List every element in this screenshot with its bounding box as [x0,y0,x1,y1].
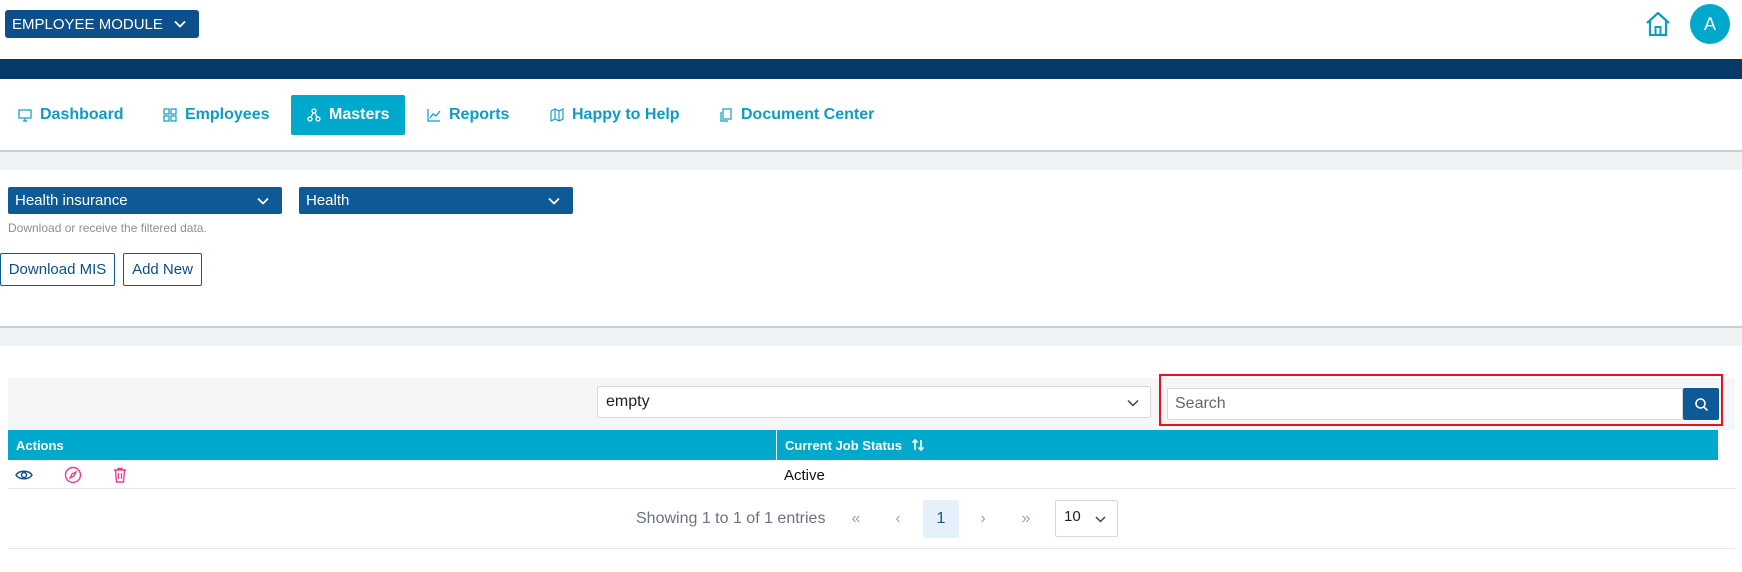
top-bar: EMPLOYEE MODULE A [0,0,1742,58]
nav-item-reports[interactable]: Reports [411,95,525,135]
nav-item-label: Employees [185,106,270,123]
compass-icon[interactable] [64,466,82,484]
subcategory-select-value: Health [306,192,350,209]
map-icon [550,108,564,122]
header-band [0,59,1742,79]
chevron-down-icon [174,20,186,28]
first-page-button[interactable]: « [838,500,874,538]
search-highlight [1159,374,1723,426]
pagination-info: Showing 1 to 1 of 1 entries [636,510,826,527]
main-nav: Dashboard Employees Masters Reports Happ… [0,95,1742,135]
prev-page-button[interactable]: ‹ [880,500,916,538]
nav-item-employees[interactable]: Employees [147,95,285,135]
last-page-button[interactable]: » [1008,500,1044,538]
column-header-job-status[interactable]: Current Job Status [777,430,926,460]
subcategory-select[interactable]: Health [299,187,573,214]
chevron-down-icon [1127,399,1139,407]
nav-item-label: Masters [329,106,390,123]
nav-item-label: Dashboard [40,106,124,123]
add-new-button[interactable]: Add New [123,253,202,286]
next-page-button[interactable]: › [965,500,1001,538]
trash-icon[interactable] [111,466,129,484]
line-chart-icon [427,109,441,122]
column-header-label: Current Job Status [785,437,903,453]
download-mis-button[interactable]: Download MIS [0,253,115,286]
nav-item-label: Document Center [741,106,875,123]
filter-hint: Download or receive the filtered data. [8,221,207,235]
nav-item-dashboard[interactable]: Dashboard [2,95,140,135]
nav-item-label: Happy to Help [572,106,680,123]
module-selector-label: EMPLOYEE MODULE [12,15,163,33]
grid-icon [163,108,177,122]
page-size-value: 10 [1064,508,1081,525]
page-number-button[interactable]: 1 [923,500,959,538]
table-row: Active [8,460,1735,489]
pagination: Showing 1 to 1 of 1 entries « ‹ 1 › » 10 [0,500,1742,538]
nav-item-label: Reports [449,106,510,123]
column-filter-value: empty [606,393,650,410]
chevron-down-icon [1095,516,1106,523]
nav-item-document-center[interactable]: Document Center [703,95,890,135]
documents-icon [720,108,732,122]
column-filter-select[interactable]: empty [597,386,1151,418]
section-band [0,328,1742,346]
sort-icon[interactable] [910,437,926,453]
user-avatar[interactable]: A [1690,4,1730,44]
module-selector[interactable]: EMPLOYEE MODULE [5,10,199,38]
page-size-select[interactable]: 10 [1055,500,1118,537]
section-band [0,152,1742,170]
monitor-icon [18,109,32,122]
eye-icon[interactable] [15,466,33,484]
nav-item-happy-to-help[interactable]: Happy to Help [534,95,696,135]
hierarchy-icon [307,108,321,122]
category-select-value: Health insurance [15,192,128,209]
column-header-actions: Actions [16,437,64,453]
chevron-down-icon [257,197,269,205]
job-status-cell: Active [784,467,825,484]
home-icon[interactable] [1643,10,1673,38]
nav-item-masters[interactable]: Masters [291,95,406,135]
table-header: Actions Current Job Status [8,430,1718,460]
divider [8,548,1735,549]
chevron-down-icon [548,197,560,205]
category-select[interactable]: Health insurance [8,187,282,214]
